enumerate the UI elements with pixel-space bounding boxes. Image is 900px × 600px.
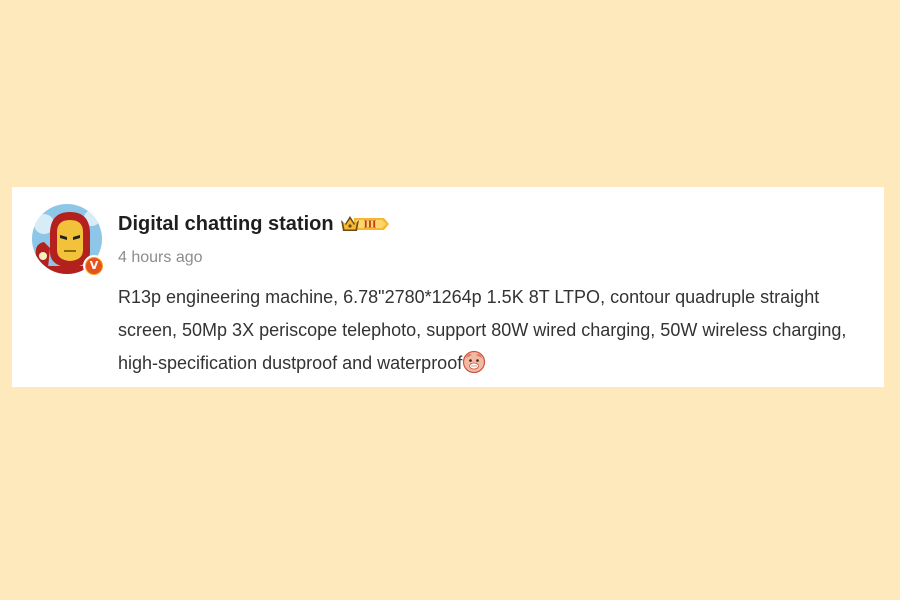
verified-mark: V [86, 258, 102, 274]
post-content: R13p engineering machine, 6.78"2780*1264… [118, 281, 870, 380]
author-name[interactable]: Digital chatting station [118, 210, 334, 238]
doge-emoji-icon [462, 350, 486, 374]
post-header: Digital chatting station III [118, 210, 390, 238]
crown-rank-badge-icon: III [340, 214, 390, 234]
verified-badge: V [83, 255, 105, 277]
rank-badge-text: III [363, 221, 376, 231]
post-card: V Digital chatting station III 4 hours a… [12, 187, 884, 387]
post-timestamp: 4 hours ago [118, 249, 203, 266]
author-avatar[interactable]: V [32, 204, 106, 278]
